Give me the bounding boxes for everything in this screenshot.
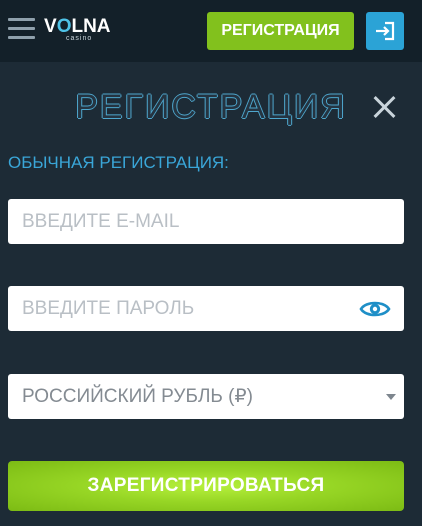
logo-wordmark: VOLNA bbox=[44, 17, 111, 37]
register-button[interactable]: РЕГИСТРАЦИЯ bbox=[207, 12, 354, 50]
login-arrow-icon bbox=[376, 21, 395, 41]
menu-bar bbox=[8, 27, 35, 30]
email-field-wrapper bbox=[8, 199, 404, 244]
logo-letter: V bbox=[44, 16, 57, 37]
submit-register-button[interactable]: ЗАРЕГИСТРИРОВАТЬСЯ bbox=[8, 461, 404, 511]
menu-bar bbox=[8, 36, 35, 39]
password-field-wrapper bbox=[8, 286, 404, 331]
currency-select[interactable]: РОССИЙСКИЙ РУБЛЬ (₽) bbox=[8, 374, 404, 419]
logo-letters: LNA bbox=[71, 16, 111, 37]
volna-casino-logo[interactable]: VOLNA casino bbox=[44, 17, 118, 45]
logo-letter-accent: O bbox=[56, 16, 72, 37]
logo-subtitle: casino bbox=[66, 35, 93, 42]
chevron-down-icon bbox=[386, 394, 396, 400]
hamburger-menu-icon[interactable] bbox=[8, 17, 35, 41]
password-field[interactable] bbox=[8, 286, 404, 331]
menu-bar bbox=[8, 18, 35, 21]
eye-icon[interactable] bbox=[359, 298, 391, 320]
section-label: ОБЫЧНАЯ РЕГИСТРАЦИЯ: bbox=[8, 153, 229, 172]
email-field[interactable] bbox=[8, 199, 404, 244]
close-icon[interactable] bbox=[372, 95, 396, 119]
modal-title: РЕГИСТРАЦИЯ bbox=[75, 88, 347, 126]
top-header: VOLNA casino РЕГИСТРАЦИЯ bbox=[0, 0, 422, 62]
login-button[interactable] bbox=[366, 12, 404, 50]
currency-selected-value: РОССИЙСКИЙ РУБЛЬ (₽) bbox=[22, 386, 253, 407]
